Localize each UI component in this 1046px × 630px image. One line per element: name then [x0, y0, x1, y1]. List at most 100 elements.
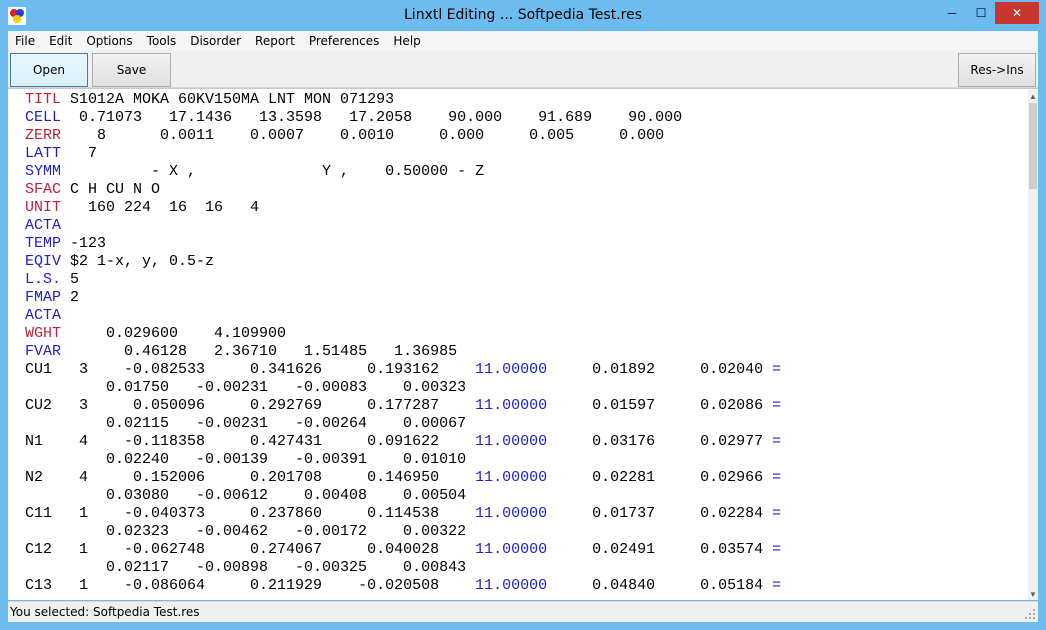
line-uvalues: 0.01737 0.02284 [547, 505, 773, 522]
scroll-thumb[interactable] [1029, 103, 1037, 189]
editor-line[interactable]: 0.02117 -0.00898 -0.00325 0.00843 [25, 559, 781, 577]
line-values: 4 -0.118358 0.427431 0.091622 [61, 433, 476, 450]
open-button[interactable]: Open [10, 53, 88, 87]
toolbar: Open Save Res->Ins [8, 51, 1038, 88]
menu-bar: File Edit Options Tools Disorder Report … [8, 31, 1038, 51]
editor-line[interactable]: TEMP -123 [25, 235, 781, 253]
line-uvalues: 0.02281 0.02966 [547, 469, 773, 486]
editor-line[interactable]: TITL S1012A MOKA 60KV150MA LNT MON 07129… [25, 91, 781, 109]
editor-line[interactable]: UNIT 160 224 16 16 4 [25, 199, 781, 217]
line-occupancy: 11.00000 [475, 361, 548, 378]
line-keyword: ACTA [25, 217, 62, 234]
menu-report[interactable]: Report [248, 34, 302, 48]
close-button[interactable]: ✕ [995, 2, 1039, 24]
editor-line[interactable]: EQIV $2 1-x, y, 0.5-z [25, 253, 781, 271]
editor-line[interactable]: C12 1 -0.062748 0.274067 0.040028 11.000… [25, 541, 781, 559]
editor-line[interactable]: 0.01750 -0.00231 -0.00083 0.00323 [25, 379, 781, 397]
menu-help[interactable]: Help [386, 34, 427, 48]
line-keyword: ZERR [25, 127, 62, 144]
editor-line[interactable]: CELL 0.71073 17.1436 13.3598 17.2058 90.… [25, 109, 781, 127]
line-keyword: C13 [25, 577, 62, 594]
scroll-up-icon[interactable]: ▲ [1028, 89, 1038, 103]
line-values: 0.02115 -0.00231 -0.00264 0.00067 [25, 415, 467, 432]
line-values: -123 [61, 235, 107, 252]
menu-disorder[interactable]: Disorder [183, 34, 248, 48]
line-values: 160 224 16 16 4 [61, 199, 260, 216]
line-values: 0.02240 -0.00139 -0.00391 0.01010 [25, 451, 467, 468]
text-editor[interactable]: TITL S1012A MOKA 60KV150MA LNT MON 07129… [8, 88, 1038, 600]
menu-file[interactable]: File [8, 34, 42, 48]
line-keyword: N2 [25, 469, 62, 486]
line-continuation: = [772, 433, 782, 450]
line-values: 3 -0.082533 0.341626 0.193162 [61, 361, 476, 378]
editor-line[interactable]: L.S. 5 [25, 271, 781, 289]
line-values: 0.46128 2.36710 1.51485 1.36985 [61, 343, 458, 360]
window-title: Linxtl Editing ... Softpedia Test.res [404, 7, 642, 23]
line-uvalues: 0.03176 0.02977 [547, 433, 773, 450]
editor-line[interactable]: LATT 7 [25, 145, 781, 163]
editor-line[interactable]: 0.03080 -0.00612 0.00408 0.00504 [25, 487, 781, 505]
res-to-ins-button[interactable]: Res->Ins [958, 53, 1036, 87]
line-values: $2 1-x, y, 0.5-z [61, 253, 215, 270]
editor-line[interactable]: CU1 3 -0.082533 0.341626 0.193162 11.000… [25, 361, 781, 379]
line-keyword: WGHT [25, 325, 62, 342]
line-keyword: SYMM [25, 163, 62, 180]
line-values: C H CU N O [61, 181, 161, 198]
line-uvalues: 0.02491 0.03574 [547, 541, 773, 558]
line-occupancy: 11.00000 [475, 541, 548, 558]
line-uvalues: 0.01892 0.02040 [547, 361, 773, 378]
editor-line[interactable]: 0.02240 -0.00139 -0.00391 0.01010 [25, 451, 781, 469]
line-keyword: EQIV [25, 253, 62, 270]
line-keyword: TITL [25, 91, 62, 108]
editor-line[interactable]: CU2 3 0.050096 0.292769 0.177287 11.0000… [25, 397, 781, 415]
scroll-down-icon[interactable]: ▼ [1028, 587, 1038, 600]
app-window: Linxtl Editing ... Softpedia Test.res ─ … [0, 0, 1046, 630]
editor-line[interactable]: FMAP 2 [25, 289, 781, 307]
editor-line[interactable]: FVAR 0.46128 2.36710 1.51485 1.36985 [25, 343, 781, 361]
line-keyword: C11 [25, 505, 62, 522]
status-bar: You selected: Softpedia Test.res [8, 601, 1038, 622]
title-bar[interactable]: Linxtl Editing ... Softpedia Test.res ─ … [0, 0, 1046, 32]
line-values: 0.71073 17.1436 13.3598 17.2058 90.000 9… [61, 109, 683, 126]
menu-edit[interactable]: Edit [42, 34, 79, 48]
editor-line[interactable]: WGHT 0.029600 4.109900 [25, 325, 781, 343]
line-continuation: = [772, 505, 782, 522]
editor-line[interactable]: SFAC C H CU N O [25, 181, 781, 199]
editor-line[interactable]: C13 1 -0.086064 0.211929 -0.020508 11.00… [25, 577, 781, 595]
editor-line[interactable]: 0.02323 -0.00462 -0.00172 0.00322 [25, 523, 781, 541]
minimize-button[interactable]: ─ [937, 2, 967, 24]
maximize-button[interactable]: ☐ [966, 2, 996, 24]
line-values: 7 [61, 145, 98, 162]
menu-options[interactable]: Options [79, 34, 139, 48]
line-occupancy: 11.00000 [475, 505, 548, 522]
line-keyword: C12 [25, 541, 62, 558]
line-keyword: TEMP [25, 235, 62, 252]
editor-line[interactable]: ACTA [25, 307, 781, 325]
line-continuation: = [772, 397, 782, 414]
line-values: 1 -0.062748 0.274067 0.040028 [61, 541, 476, 558]
editor-line[interactable]: 0.02115 -0.00231 -0.00264 0.00067 [25, 415, 781, 433]
save-button[interactable]: Save [92, 53, 171, 87]
editor-line[interactable]: ZERR 8 0.0011 0.0007 0.0010 0.000 0.005 … [25, 127, 781, 145]
vertical-scrollbar[interactable]: ▲ ▼ [1028, 89, 1038, 600]
menu-preferences[interactable]: Preferences [302, 34, 387, 48]
line-uvalues: 0.04840 0.05184 [547, 577, 773, 594]
line-keyword: LATT [25, 145, 62, 162]
line-occupancy: 11.00000 [475, 433, 548, 450]
line-keyword: SFAC [25, 181, 62, 198]
editor-lines[interactable]: TITL S1012A MOKA 60KV150MA LNT MON 07129… [25, 91, 781, 595]
editor-line[interactable]: N1 4 -0.118358 0.427431 0.091622 11.0000… [25, 433, 781, 451]
line-values: 0.01750 -0.00231 -0.00083 0.00323 [25, 379, 467, 396]
line-continuation: = [772, 469, 782, 486]
line-continuation: = [772, 541, 782, 558]
line-values: 4 0.152006 0.201708 0.146950 [61, 469, 476, 486]
line-keyword: FVAR [25, 343, 62, 360]
editor-line[interactable]: C11 1 -0.040373 0.237860 0.114538 11.000… [25, 505, 781, 523]
line-continuation: = [772, 577, 782, 594]
editor-line[interactable]: N2 4 0.152006 0.201708 0.146950 11.00000… [25, 469, 781, 487]
line-values: 3 0.050096 0.292769 0.177287 [61, 397, 476, 414]
editor-line[interactable]: ACTA [25, 217, 781, 235]
resize-grip-icon[interactable] [1024, 608, 1036, 620]
editor-line[interactable]: SYMM - X , Y , 0.50000 - Z [25, 163, 781, 181]
menu-tools[interactable]: Tools [140, 34, 184, 48]
